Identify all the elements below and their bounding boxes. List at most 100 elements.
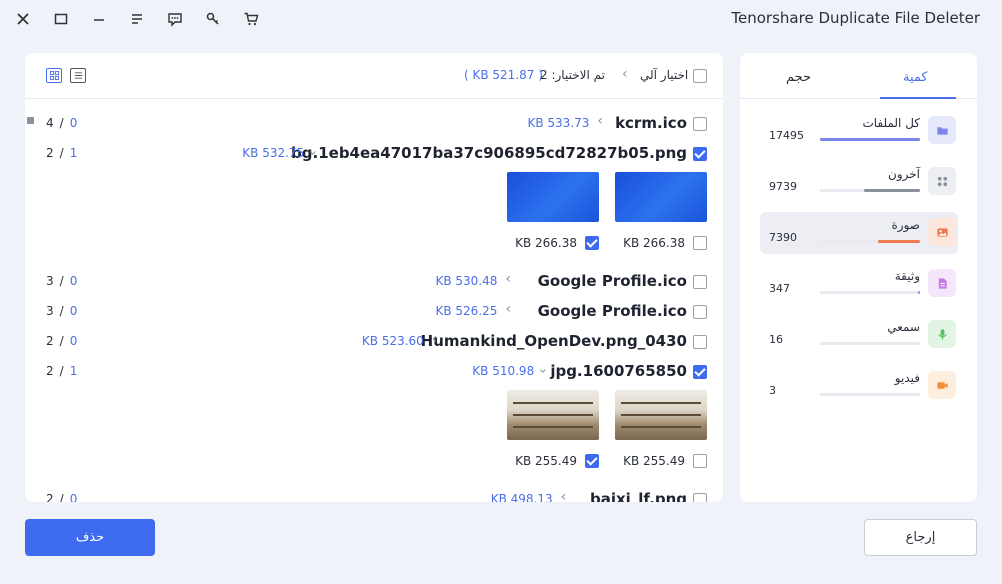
category-count: 7390	[769, 231, 797, 244]
image-size: KB 266.38	[515, 236, 577, 250]
menu-icon[interactable]	[127, 9, 147, 29]
shelf-graphic	[621, 426, 701, 428]
shelf-graphic	[621, 402, 701, 404]
key-icon[interactable]	[203, 9, 223, 29]
chevron-left-icon[interactable]: ‹	[432, 331, 438, 347]
chevron-down-icon[interactable]: ‹	[305, 150, 321, 156]
tab-quantity[interactable]: كمية	[903, 70, 928, 85]
file-group-checkbox[interactable]	[693, 365, 707, 379]
category-item[interactable]: فيديو 3	[760, 365, 958, 407]
category-label: كل الملفات	[862, 116, 920, 130]
file-name: Google Profile.ico	[537, 272, 687, 290]
image-thumbnail[interactable]	[615, 172, 707, 222]
selected-size: ( KB 521.87 )	[464, 68, 543, 82]
category-progress-bar	[820, 393, 920, 396]
group-total: 2	[46, 146, 54, 160]
file-group-checkbox[interactable]	[693, 493, 707, 502]
image-size: KB 255.49	[515, 454, 577, 468]
auto-select-checkbox[interactable]	[693, 69, 707, 83]
category-item[interactable]: آخرون 9739	[760, 161, 958, 203]
close-icon[interactable]	[13, 9, 33, 29]
results-header: ( KB 521.87 ) تم الاختيار: 2 ‹ اختيار آل…	[25, 53, 723, 99]
category-progress-bar	[820, 342, 920, 345]
image-checkbox[interactable]	[693, 454, 707, 468]
file-size: KB 530.48	[435, 274, 498, 288]
category-item[interactable]: كل الملفات 17495	[760, 110, 958, 152]
group-selected: 0	[69, 274, 78, 288]
auto-select-label: اختيار آلي	[640, 68, 689, 82]
category-label: آخرون	[888, 167, 920, 181]
category-progress-fill	[820, 138, 920, 141]
image-checkbox[interactable]	[585, 236, 599, 250]
back-button[interactable]: إرجاع	[864, 519, 977, 556]
cart-icon[interactable]	[241, 9, 261, 29]
duplicates-panel: ( KB 521.87 ) تم الاختيار: 2 ‹ اختيار آل…	[25, 53, 723, 502]
chevron-left-icon[interactable]: ‹	[505, 301, 511, 317]
tab-size[interactable]: حجم	[786, 70, 811, 85]
image-thumbnail[interactable]	[615, 390, 707, 440]
category-progress-fill	[918, 291, 920, 294]
category-item[interactable]: صورة 7390	[760, 212, 958, 254]
chevron-left-icon[interactable]: ‹	[505, 271, 511, 287]
selection-count: 2 / 0	[46, 334, 77, 348]
separator: /	[59, 334, 64, 348]
scrollbar-thumb[interactable]	[27, 117, 34, 124]
shelf-graphic	[621, 414, 701, 416]
category-sidebar: حجم كمية كل الملفات 17495 آخرون 9739 صورة 739…	[740, 53, 977, 502]
chevron-left-icon[interactable]: ‹	[597, 113, 603, 129]
file-size: KB 523.60	[361, 334, 424, 348]
category-count: 3	[769, 384, 776, 397]
group-selected: 1	[69, 364, 78, 378]
maximize-icon[interactable]	[51, 9, 71, 29]
grid-view-icon[interactable]	[46, 68, 62, 83]
file-group-checkbox[interactable]	[693, 147, 707, 161]
separator: /	[59, 492, 64, 502]
category-progress-bar	[820, 291, 920, 294]
group-selected: 1	[69, 146, 78, 160]
group-selected: 0	[69, 116, 78, 130]
file-size: KB 510.98	[472, 364, 535, 378]
image-thumbnail[interactable]	[507, 172, 599, 222]
separator: /	[59, 274, 64, 288]
category-label: سمعي	[887, 320, 920, 334]
list-view-icon[interactable]	[70, 68, 86, 83]
group-total: 2	[46, 334, 54, 348]
file-name: kcrm.ico	[615, 114, 687, 132]
category-label: صورة	[891, 218, 920, 232]
group-selected: 0	[69, 304, 78, 318]
file-size: KB 532.75	[242, 146, 305, 160]
file-group-checkbox[interactable]	[693, 335, 707, 349]
category-item[interactable]: وثيقة 347	[760, 263, 958, 305]
feedback-icon[interactable]	[165, 9, 185, 29]
file-name: baixi_lf.png	[589, 490, 687, 502]
file-name: bg.1eb4ea47017ba37c906895cd72827b05.png	[291, 144, 687, 162]
image-thumbnail[interactable]	[507, 390, 599, 440]
chevron-left-icon: ‹	[622, 66, 628, 82]
selection-count: 2 / 1	[46, 364, 77, 378]
image-checkbox[interactable]	[585, 454, 599, 468]
category-progress-fill	[878, 240, 920, 243]
category-progress-bar	[820, 240, 920, 243]
selection-count: 3 / 0	[46, 304, 77, 318]
category-progress-fill	[864, 189, 920, 192]
active-tab-indicator	[880, 97, 956, 99]
separator: /	[59, 364, 64, 378]
separator: /	[59, 116, 64, 130]
category-label: فيديو	[894, 371, 920, 385]
file-name: Humankind_OpenDev.png_0430	[420, 332, 687, 350]
chevron-left-icon[interactable]: ‹	[561, 489, 567, 502]
image-checkbox[interactable]	[693, 236, 707, 250]
file-size: KB 533.73	[527, 116, 590, 130]
group-selected: 0	[69, 492, 78, 502]
image-size: KB 266.38	[623, 236, 685, 250]
chevron-down-icon[interactable]: ‹	[535, 368, 551, 374]
image-size: KB 255.49	[623, 454, 685, 468]
delete-button[interactable]: حذف	[25, 519, 155, 556]
file-group-checkbox[interactable]	[693, 305, 707, 319]
file-group-checkbox[interactable]	[693, 275, 707, 289]
category-item[interactable]: سمعي 16	[760, 314, 958, 356]
file-group-checkbox[interactable]	[693, 117, 707, 131]
category-count: 9739	[769, 180, 797, 193]
shelf-graphic	[513, 402, 593, 404]
minimize-icon[interactable]	[89, 9, 109, 29]
